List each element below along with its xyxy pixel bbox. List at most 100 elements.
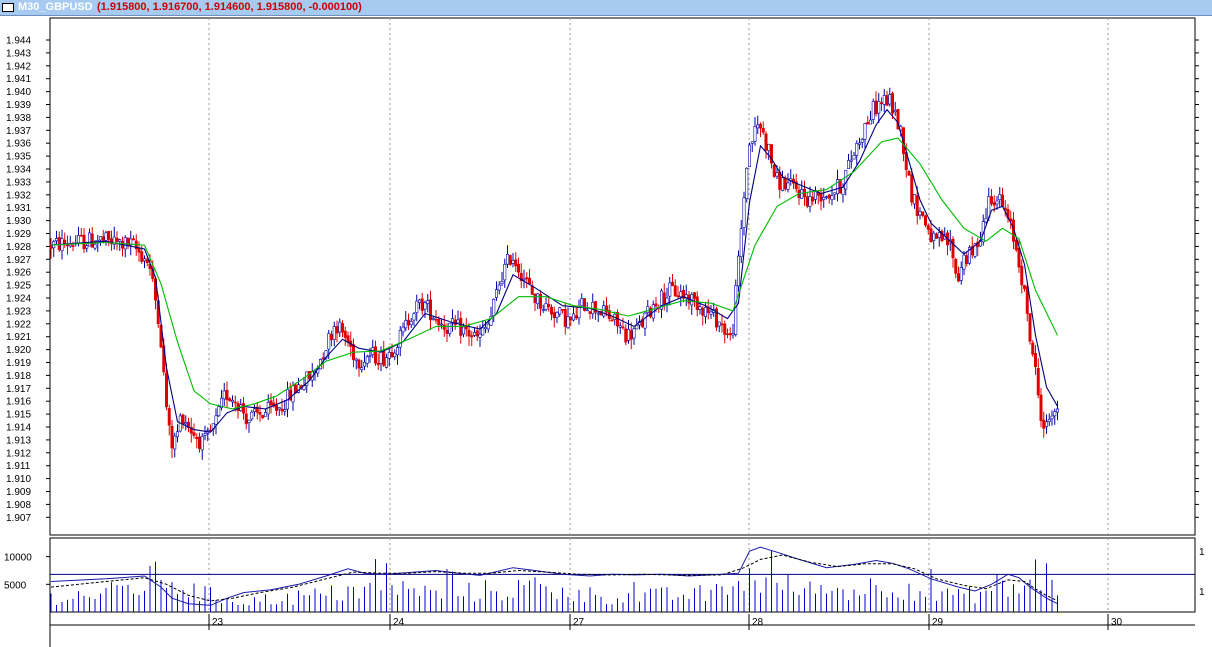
candle-body <box>951 238 955 259</box>
candle-body <box>544 303 548 310</box>
candle-body <box>283 409 287 412</box>
candle-body <box>1047 418 1051 422</box>
candle-body <box>492 298 496 316</box>
candle-body <box>646 306 650 313</box>
candle-body <box>362 362 366 367</box>
candle-body <box>269 400 273 406</box>
candle-body <box>200 435 204 451</box>
candle-body <box>739 228 743 258</box>
candle-body <box>915 195 919 216</box>
candle-body <box>679 291 683 297</box>
candle-body <box>343 330 347 338</box>
candle-body <box>387 352 391 359</box>
candle-body <box>662 292 666 305</box>
candle-body <box>610 319 614 322</box>
candle-body <box>338 321 342 333</box>
candle-body <box>426 300 430 304</box>
candle-body <box>563 309 567 327</box>
candle-body <box>384 357 388 368</box>
candle-body <box>692 292 696 299</box>
candle-body <box>434 319 438 321</box>
candle-body <box>750 141 754 144</box>
candle-body <box>767 143 771 151</box>
candle-body <box>937 232 941 238</box>
x-tick-label: 27 <box>573 617 585 628</box>
y-tick-label: 1.923 <box>6 306 31 317</box>
candle-body <box>811 196 815 202</box>
indicator-y-label: 10000 <box>4 553 32 564</box>
candle-body <box>478 333 482 338</box>
candle-body <box>874 100 878 115</box>
candle-body <box>984 218 988 223</box>
candle-body <box>404 320 408 329</box>
candle-body <box>481 327 485 336</box>
candle-body <box>258 411 262 415</box>
candle-body <box>247 419 251 423</box>
candle-body <box>176 431 180 438</box>
candle-body <box>101 236 105 241</box>
candle-body <box>989 196 993 204</box>
y-tick-label: 1.937 <box>6 126 31 137</box>
y-tick-label: 1.940 <box>6 87 31 98</box>
candle-body <box>54 238 58 242</box>
candle-body <box>926 225 930 230</box>
y-tick-label: 1.941 <box>6 74 31 85</box>
candle-body <box>321 357 325 360</box>
x-tick-label: 29 <box>932 617 944 628</box>
candle-body <box>849 159 853 162</box>
candle-body <box>585 309 589 312</box>
candle-body <box>417 299 421 303</box>
candle-body <box>354 358 358 361</box>
candle-body <box>1031 342 1035 355</box>
candle-body <box>871 101 875 120</box>
x-tick-label: 28 <box>752 617 764 628</box>
y-tick-label: 1.943 <box>6 48 31 59</box>
candle-body <box>181 414 185 425</box>
y-tick-label: 1.935 <box>6 152 31 163</box>
candle-body <box>143 258 147 262</box>
candle-body <box>461 326 465 335</box>
candle-body <box>819 193 823 202</box>
candle-body <box>775 172 779 177</box>
candle-body <box>445 329 449 334</box>
candle-body <box>500 281 504 285</box>
candle-body <box>885 95 889 106</box>
candle-body <box>365 356 369 364</box>
candle-body <box>852 155 856 160</box>
candle-body <box>932 232 936 241</box>
indicator-solid-line <box>50 546 1058 606</box>
candle-body <box>574 315 578 319</box>
candle-body <box>844 169 848 190</box>
candle-body <box>626 329 630 341</box>
candle-body <box>728 333 732 336</box>
candle-body <box>448 322 452 334</box>
candle-body <box>401 326 405 333</box>
indicator-right-label: 1 <box>1199 587 1205 598</box>
y-tick-label: 1.918 <box>6 371 31 382</box>
candle-body <box>439 323 443 326</box>
candle-body <box>71 245 75 247</box>
candle-body <box>132 238 136 241</box>
candle-body <box>571 313 575 321</box>
candle-body <box>107 230 111 240</box>
y-tick-label: 1.933 <box>6 177 31 188</box>
candle-body <box>536 293 540 304</box>
candle-body <box>912 194 916 205</box>
candle-body <box>360 367 364 370</box>
candle-body <box>437 318 441 326</box>
candle-body <box>753 126 757 142</box>
candle-body <box>555 312 559 318</box>
candle-body <box>99 236 103 241</box>
candle-body <box>1022 285 1026 289</box>
candle-body <box>833 192 837 195</box>
candle-body <box>1017 247 1021 268</box>
candle-body <box>929 228 933 243</box>
candle-body <box>280 408 284 412</box>
candle-body <box>698 306 702 310</box>
y-tick-label: 1.925 <box>6 281 31 292</box>
candle-body <box>85 245 89 249</box>
candle-body <box>772 164 776 177</box>
candle-body <box>893 110 897 113</box>
candle-body <box>503 263 507 281</box>
y-tick-label: 1.924 <box>6 294 31 305</box>
